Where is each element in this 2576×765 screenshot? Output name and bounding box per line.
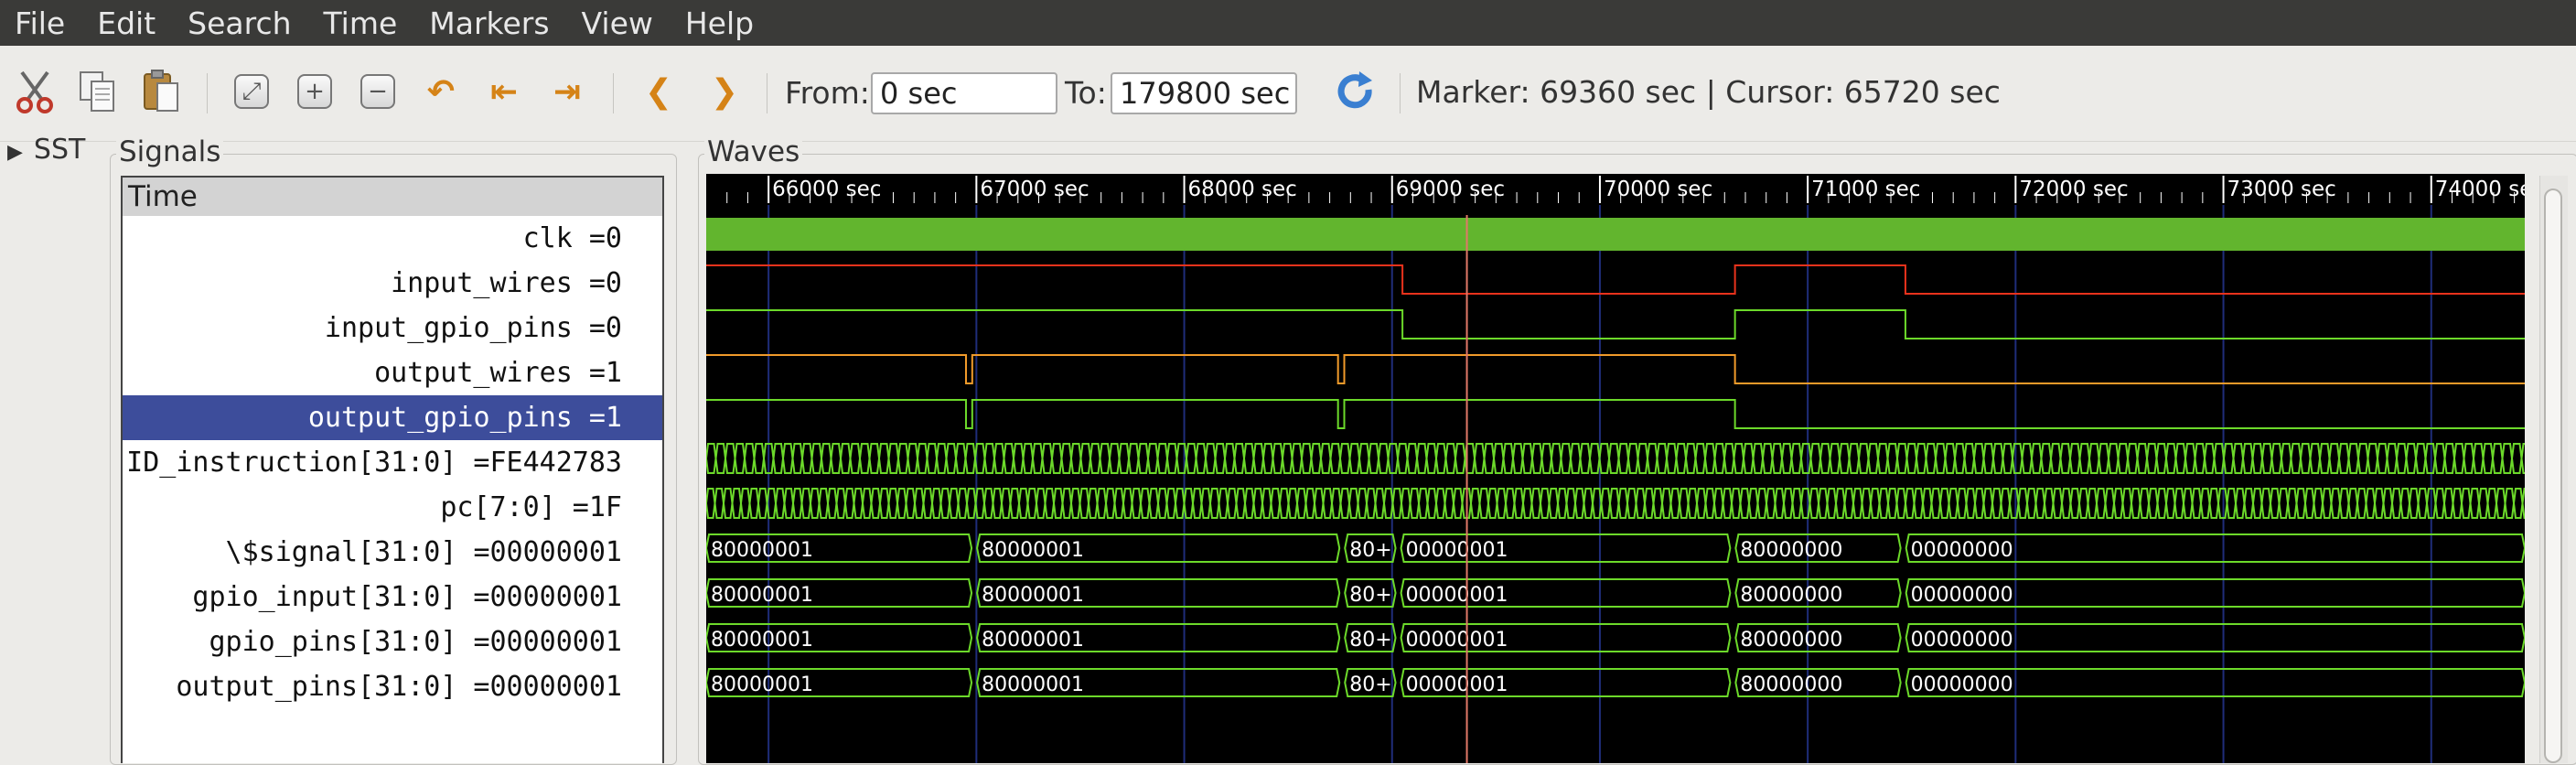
bus-segment-label: 80000000: [1740, 584, 1842, 607]
menu-edit[interactable]: Edit: [82, 5, 173, 41]
time-ruler-label: 73000 sec: [2227, 178, 2336, 201]
waves-title: Waves: [704, 135, 803, 168]
bus-segment-label: 80000001: [982, 629, 1084, 652]
bus-segment-label: 80000001: [711, 629, 813, 652]
signal-row-output-pins[interactable]: output_pins[31:0] =00000001: [123, 664, 662, 709]
to-time-input[interactable]: 179800 sec: [1111, 72, 1297, 114]
sst-tree-toggle[interactable]: ▶ SST: [7, 134, 85, 166]
paste-icon[interactable]: [137, 68, 185, 115]
time-ruler-label: 66000 sec: [772, 178, 881, 201]
clk-waveform: [706, 218, 2525, 251]
time-ruler-label: 68000 sec: [1188, 178, 1297, 201]
signal-row-input-wires[interactable]: input_wires =0: [123, 261, 662, 306]
signal-row-output-wires[interactable]: output_wires =1: [123, 350, 662, 395]
time-ruler-label: 67000 sec: [980, 178, 1089, 201]
zoom-in-icon[interactable]: +: [291, 68, 338, 115]
bus-segment-label: 80+: [1349, 629, 1391, 652]
bus-segment-label: 00000001: [1406, 584, 1508, 607]
copy-icon[interactable]: [73, 68, 121, 115]
menu-time[interactable]: Time: [309, 5, 415, 41]
signals-list: Time clk =0 input_wires =0 input_gpio_pi…: [121, 176, 664, 763]
signal-row-input-gpio-pins[interactable]: input_gpio_pins =0: [123, 306, 662, 350]
signals-header-time[interactable]: Time: [123, 178, 662, 216]
time-ruler-label: 72000 sec: [2019, 178, 2128, 201]
next-edge-icon[interactable]: ❯: [701, 68, 748, 115]
bus-segment-label: 80000001: [982, 673, 1084, 696]
menu-bar: File Edit Search Time Markers View Help: [0, 0, 2576, 46]
signal-row-pc[interactable]: pc[7:0] =1F: [123, 485, 662, 530]
bus-segment-label: 00000000: [1911, 629, 2013, 652]
signal-row-output-gpio-pins[interactable]: output_gpio_pins =1: [123, 395, 662, 440]
time-ruler-label: 69000 sec: [1396, 178, 1505, 201]
menu-file[interactable]: File: [0, 5, 82, 41]
scrollbar-thumb[interactable]: [2544, 189, 2562, 763]
reload-icon[interactable]: [1332, 68, 1379, 115]
to-label: To:: [1065, 75, 1107, 111]
bus-segment-label: 80+: [1349, 673, 1391, 696]
bus-segment-label: 00000000: [1911, 584, 2013, 607]
menu-view[interactable]: View: [567, 5, 671, 41]
signal-row-clk[interactable]: clk =0: [123, 216, 662, 261]
bus-segment-label: 80000000: [1740, 539, 1842, 562]
bus-segment-label: 80+: [1349, 539, 1391, 562]
toolbar-separator: [207, 73, 208, 113]
signals-title: Signals: [116, 135, 224, 168]
sst-label: SST: [33, 134, 86, 166]
from-label: From:: [785, 75, 870, 111]
zoom-out-icon[interactable]: −: [354, 68, 402, 115]
zoom-end-icon[interactable]: ⇥: [543, 68, 591, 115]
zoom-fit-icon[interactable]: ⤢: [228, 68, 275, 115]
zoom-start-icon[interactable]: ⇤: [480, 68, 528, 115]
bus-segment-label: 80000001: [711, 539, 813, 562]
menu-markers[interactable]: Markers: [414, 5, 566, 41]
bus-segment-label: 00000001: [1406, 629, 1508, 652]
bus-segment-label: 00000001: [1406, 673, 1508, 696]
time-ruler-label: 74000 sec: [2435, 178, 2525, 201]
menu-search[interactable]: Search: [173, 5, 308, 41]
time-ruler-label: 70000 sec: [1604, 178, 1712, 201]
toolbar-separator: [613, 73, 614, 113]
bus-segment-label: 80000000: [1740, 629, 1842, 652]
waveform-canvas[interactable]: 66000 sec 67000 sec 68000 sec 69000 sec 7000…: [706, 174, 2525, 763]
expand-triangle-icon: ▶: [7, 141, 23, 164]
bus-segment-label: 80000001: [711, 584, 813, 607]
waves-vertical-scrollbar[interactable]: [2539, 176, 2568, 763]
signal-row-gpio-input[interactable]: gpio_input[31:0] =00000001: [123, 575, 662, 620]
time-ruler-label: 71000 sec: [1811, 178, 1920, 201]
bus-segment-label: 80000001: [982, 584, 1084, 607]
from-time-input[interactable]: 0 sec: [871, 72, 1057, 114]
undo-zoom-icon[interactable]: ↶: [417, 68, 465, 115]
bus-segment-label: 00000001: [1406, 539, 1508, 562]
signal-row-gpio-pins[interactable]: gpio_pins[31:0] =00000001: [123, 620, 662, 664]
bus-segment-label: 00000000: [1911, 539, 2013, 562]
signal-row-signal[interactable]: \$signal[31:0] =00000001: [123, 530, 662, 575]
toolbar-separator: [1400, 73, 1401, 113]
signal-row-id-instruction[interactable]: ID_instruction[31:0] =FE442783: [123, 440, 662, 485]
menu-help[interactable]: Help: [671, 5, 771, 41]
prev-edge-icon[interactable]: ❮: [635, 68, 682, 115]
bus-segment-label: 80000001: [711, 673, 813, 696]
bus-segment-label: 00000000: [1911, 673, 2013, 696]
cut-icon[interactable]: [11, 68, 59, 115]
bus-segment-label: 80000000: [1740, 673, 1842, 696]
bus-segment-label: 80+: [1349, 584, 1391, 607]
bus-segment-label: 80000001: [982, 539, 1084, 562]
marker-cursor-status: Marker: 69360 sec | Cursor: 65720 sec: [1416, 74, 2001, 110]
